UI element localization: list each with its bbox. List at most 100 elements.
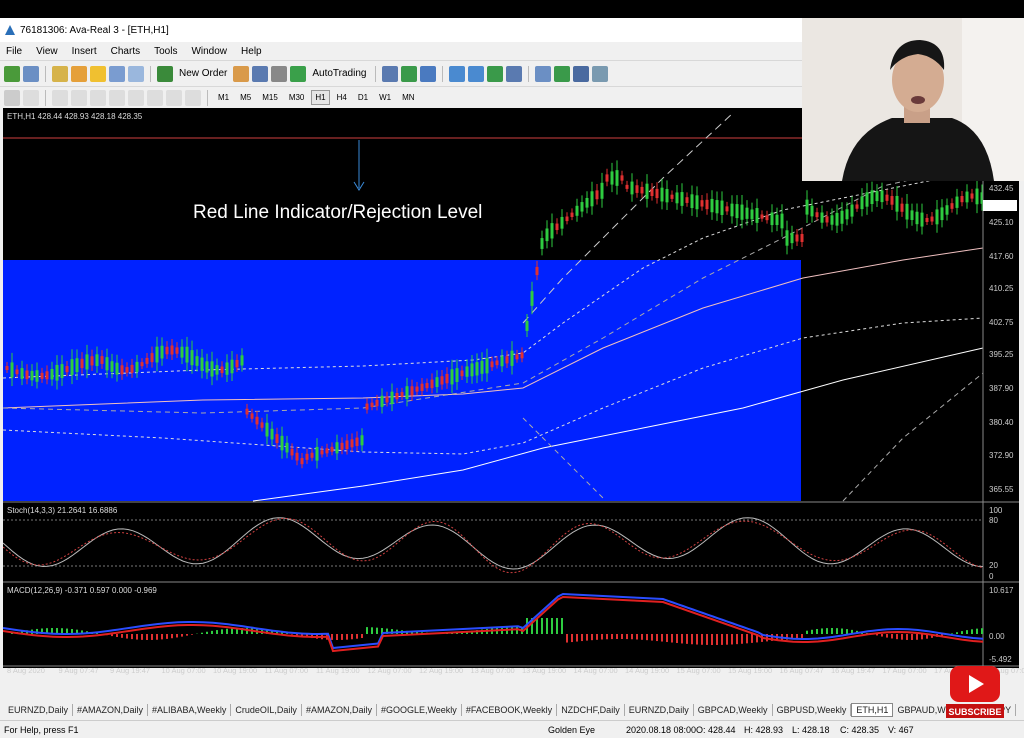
label-icon[interactable]	[166, 89, 182, 106]
vertical-line-icon[interactable]	[52, 89, 68, 106]
chart-tab[interactable]: EURNZD,Daily	[625, 704, 694, 716]
new-chart-icon[interactable]	[4, 65, 20, 82]
time-label: 10 Aug 07:00	[161, 666, 206, 675]
timeframe-h1[interactable]: H1	[311, 90, 330, 105]
candle-body	[945, 205, 949, 215]
timeframe-h4[interactable]: H4	[333, 90, 351, 105]
profiles-icon[interactable]	[23, 65, 39, 82]
chart-tab[interactable]: GBPCAD,Weekly	[694, 704, 773, 716]
menu-help[interactable]: Help	[239, 46, 264, 57]
terminal-icon[interactable]	[109, 65, 125, 82]
candle-body	[775, 214, 779, 226]
candle-body	[830, 215, 834, 225]
candle-body	[245, 408, 249, 415]
stoch-main-line	[2, 517, 984, 570]
macd-histogram-bar	[646, 634, 648, 641]
zoom-out-icon[interactable]	[468, 65, 485, 82]
text-icon[interactable]	[147, 89, 163, 106]
candle-body	[270, 428, 274, 440]
candle-body	[575, 205, 579, 216]
candle-body	[475, 362, 479, 376]
menu-charts[interactable]: Charts	[109, 46, 142, 57]
market-watch-icon[interactable]	[52, 65, 68, 82]
chart-tab[interactable]: #ALIBABA,Weekly	[148, 704, 232, 716]
autotrading-icon[interactable]	[290, 65, 307, 82]
time-label: 13 Aug 19:00	[522, 666, 567, 675]
candle-body	[825, 216, 829, 223]
navigator-icon[interactable]	[90, 65, 106, 82]
tile-windows-icon[interactable]	[487, 65, 504, 82]
chart-tab[interactable]: #AMAZON,Daily	[73, 704, 149, 716]
menu-file[interactable]: File	[4, 46, 24, 57]
trendline-icon[interactable]	[90, 89, 106, 106]
candle-body	[800, 234, 804, 242]
candle-body	[545, 228, 549, 242]
timeframe-m1[interactable]: M1	[214, 90, 233, 105]
candle-body	[520, 352, 524, 359]
candle-body	[925, 217, 929, 222]
templates-icon[interactable]	[592, 65, 609, 82]
auto-scroll-icon[interactable]	[506, 65, 523, 82]
time-label: 16 Aug 07:47	[779, 666, 824, 675]
new-order-button[interactable]: New Order	[176, 68, 230, 79]
autotrading-button[interactable]: AutoTrading	[309, 68, 369, 79]
metaeditor-icon[interactable]	[233, 65, 250, 82]
timeframe-m5[interactable]: M5	[236, 90, 255, 105]
candle-body	[175, 347, 179, 354]
arrows-icon[interactable]	[185, 89, 201, 106]
macd-histogram-bar	[621, 634, 623, 640]
candle-body	[965, 191, 969, 203]
menu-insert[interactable]: Insert	[70, 46, 99, 57]
standard-toolbar: New Order AutoTrading	[0, 60, 802, 86]
time-label: 14 Aug 19:00	[625, 666, 670, 675]
timeframe-m15[interactable]: M15	[258, 90, 282, 105]
menu-view[interactable]: View	[34, 46, 60, 57]
candle-body	[690, 194, 694, 209]
chart-tab-active[interactable]: ETH,H1	[851, 703, 894, 717]
candle-body	[750, 209, 754, 220]
macd-histogram-bar	[641, 634, 643, 640]
candle-body	[970, 193, 974, 199]
community-icon[interactable]	[271, 65, 288, 82]
candle-body	[460, 370, 464, 377]
chart-shift-icon[interactable]	[535, 65, 552, 82]
status-bar: For Help, press F1 Golden Eye 2020.08.18…	[0, 720, 1024, 738]
chart-tab[interactable]: #GOOGLE,Weekly	[377, 704, 462, 716]
signals-icon[interactable]	[252, 65, 269, 82]
new-order-icon[interactable]	[157, 65, 173, 82]
timeframe-m30[interactable]: M30	[285, 90, 309, 105]
cursor-icon[interactable]	[4, 89, 20, 106]
timeframe-mn[interactable]: MN	[398, 90, 418, 105]
candle-body	[450, 369, 454, 385]
price-chart[interactable]: Red Line Indicator/Rejection Level ETH,H…	[2, 108, 1019, 668]
periods-icon[interactable]	[573, 65, 590, 82]
timeframe-w1[interactable]: W1	[375, 90, 395, 105]
candlestick-icon[interactable]	[401, 65, 418, 82]
chart-window[interactable]: Red Line Indicator/Rejection Level ETH,H…	[2, 108, 1024, 675]
menu-tools[interactable]: Tools	[152, 46, 179, 57]
bar-chart-icon[interactable]	[382, 65, 399, 82]
strategy-tester-icon[interactable]	[128, 65, 144, 82]
chart-tab[interactable]: NZDCHF,Daily	[557, 704, 625, 716]
channel-icon[interactable]	[109, 89, 125, 106]
macd-histogram-bar	[711, 634, 713, 645]
menu-window[interactable]: Window	[189, 46, 229, 57]
chart-tab[interactable]: CrudeOIL,Daily	[231, 704, 302, 716]
line-chart-icon[interactable]	[420, 65, 437, 82]
zoom-in-icon[interactable]	[449, 65, 466, 82]
presenter-image	[802, 18, 1024, 181]
horizontal-line-icon[interactable]	[71, 89, 87, 106]
indicators-icon[interactable]	[554, 65, 571, 82]
candle-body	[550, 223, 554, 239]
candle-body	[145, 357, 149, 364]
chart-tab[interactable]: GBPUSD,Weekly	[773, 704, 852, 716]
timeframe-d1[interactable]: D1	[354, 90, 372, 105]
fibonacci-icon[interactable]	[128, 89, 144, 106]
chart-tab[interactable]: #AMAZON,Daily	[302, 704, 377, 716]
data-window-icon[interactable]	[71, 65, 87, 82]
macd-histogram-bar	[661, 634, 663, 642]
crosshair-icon[interactable]	[23, 89, 39, 106]
chart-tab[interactable]: EURNZD,Daily	[4, 704, 74, 716]
chart-tab[interactable]: #FACEBOOK,Weekly	[462, 704, 558, 716]
subscribe-button[interactable]: SUBSCRIBE	[944, 662, 1006, 722]
